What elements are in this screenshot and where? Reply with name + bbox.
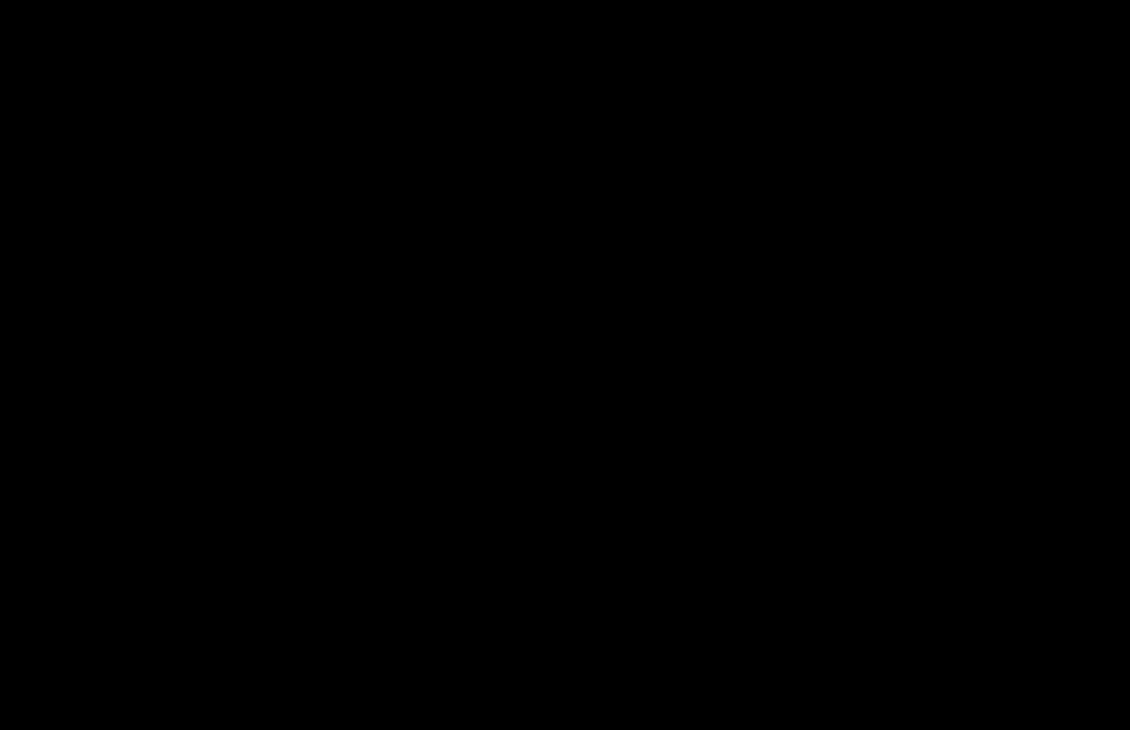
chevron-down-icon: ▾: [77, 337, 85, 354]
save-icon[interactable]: ▣: [15, 2, 30, 19]
customize-toolbar-icon[interactable]: ▾: [109, 2, 117, 19]
multi-value-probe-button[interactable]: Multi-value probe: [0, 499, 58, 553]
import-label: Import: [0, 225, 45, 242]
3d-properties-label: 3D properties: [0, 553, 71, 588]
allocation-button[interactable]: Allocation: [0, 481, 196, 499]
ribbon-tab-simulation[interactable]: Simulation: [0, 189, 1130, 207]
reports-button[interactable]: Reports ▾: [0, 315, 118, 335]
field-plots-button[interactable]: Field plots ▾: [0, 335, 128, 355]
ribbon-tab-stratigraphy[interactable]: Stratigraphy: [0, 63, 1130, 81]
streamlines-button[interactable]: Streamlines: [0, 463, 196, 481]
objective-function-button[interactable]: Objective function: [0, 661, 310, 679]
uncertainty-optimization-button[interactable]: Uncertainty and optimization: [0, 679, 310, 697]
ribbon: Import Define case Export and run Keywor…: [0, 225, 1130, 730]
quick-access-toolbar: P ▣ ↶ ↷ ▤ ▦ ▾: [0, 0, 1130, 20]
streamlines-label: Streamlines: [0, 463, 84, 480]
grid-property-modification-label: Grid property modification: [0, 589, 85, 642]
ribbon-group-3d-results: Quick view 3D results Streamlines Alloca…: [0, 409, 196, 553]
summary-calculator-button[interactable]: Summary calculator: [0, 373, 128, 409]
define-case-button[interactable]: Define case: [0, 243, 50, 279]
app-window: P ▣ ↶ ↷ ▤ ▦ ▾ Petrel E&P Software Platfo…: [0, 0, 1130, 730]
ribbon-group-summary-results: Field plots ▾ Results charting Summary c…: [0, 335, 128, 409]
rft-mismatch-button[interactable]: RFT mismatch: [0, 643, 310, 661]
history-match-column: RFT mismatch Objective function Uncertai…: [0, 643, 310, 697]
summary-calculator-label: Summary calculator: [0, 373, 68, 408]
export-and-run-button[interactable]: Export and run: [0, 279, 118, 297]
ribbon-tab-row: File Home Stratigraphy Seismic Interpret…: [0, 27, 1130, 225]
objective-function-label: Objective function: [0, 661, 127, 678]
ribbon-tab-property-modeling[interactable]: Property Modeling: [0, 117, 1130, 135]
results-charting-label: Results charting: [0, 355, 115, 372]
import-button[interactable]: Import: [0, 225, 50, 243]
chevron-down-icon: ▾: [30, 717, 38, 730]
tornado-plot-button[interactable]: Tornado plot ▾: [0, 697, 52, 730]
redo-icon[interactable]: ↷: [52, 2, 65, 19]
window-titlebar: P ▣ ↶ ↷ ▤ ▦ ▾ Petrel E&P Software Platfo…: [0, 0, 1130, 27]
ribbon-group-history-match: 3D properties Grid property modification…: [0, 553, 310, 697]
results-charting-button[interactable]: Results charting: [0, 355, 128, 373]
ribbon-tab-seismic-interpretation[interactable]: Seismic Interpretation: [0, 81, 1130, 99]
keyword-editor-label: Keyword editor: [0, 297, 107, 314]
ribbon-tab-reservoir-engineering[interactable]: Reservoir Engineering: [0, 153, 1130, 171]
app-logo-icon[interactable]: P: [0, 2, 10, 19]
uncertainty-optimization-label: Uncertainty and optimization: [0, 679, 202, 696]
keyword-editor-button[interactable]: Keyword editor: [0, 297, 118, 315]
quick-view-label: Quick view: [0, 409, 41, 444]
multi-value-probe-label: Multi-value probe: [0, 499, 41, 552]
case-management-column: Export and run Keyword editor Reports ▾: [0, 279, 118, 335]
chevron-down-icon: ▾: [60, 317, 68, 334]
3d-properties-button[interactable]: 3D properties: [0, 553, 54, 589]
ribbon-group-multiple-case: Tornado plot ▾ Analysis ▾ Proxy plots ▾ …: [0, 697, 190, 730]
ribbon-tab-structural-modeling[interactable]: Structural Modeling: [0, 99, 1130, 117]
print-icon[interactable]: ▤: [70, 2, 85, 19]
ribbon-tab-fracture-modeling[interactable]: Fracture Modeling: [0, 135, 1130, 153]
define-case-label: Define case: [0, 243, 46, 278]
tornado-plot-label: Tornado plot ▾: [0, 697, 58, 730]
rft-mismatch-label: RFT mismatch: [0, 643, 104, 660]
reports-label: Reports: [0, 317, 56, 334]
field-plots-label: Field plots: [0, 337, 73, 354]
grid-property-modification-button[interactable]: Grid property modification: [0, 589, 66, 643]
allocation-label: Allocation: [0, 481, 69, 498]
ribbon-tab-well-engineering[interactable]: Well Engineering: [0, 171, 1130, 189]
undo-icon[interactable]: ↶: [34, 2, 47, 19]
view-icon[interactable]: ▦: [90, 2, 105, 19]
quick-view-button[interactable]: Quick view: [0, 409, 40, 445]
export-and-run-label: Export and run: [0, 279, 105, 296]
3d-results-label: 3D results: [0, 445, 72, 462]
ribbon-group-simulation: Import Define case: [0, 225, 106, 279]
ribbon-group-case-management: Export and run Keyword editor Reports ▾: [0, 279, 118, 335]
ribbon-tab-home[interactable]: Home: [0, 45, 1130, 63]
summary-results-column: Field plots ▾ Results charting Summary c…: [0, 335, 128, 409]
3d-results-button[interactable]: 3D results: [0, 445, 196, 463]
3d-results-column: 3D results Streamlines Allocation: [0, 445, 196, 499]
ribbon-tab-reservoir-geomechanics[interactable]: Reservoir Ge: [0, 207, 1130, 225]
